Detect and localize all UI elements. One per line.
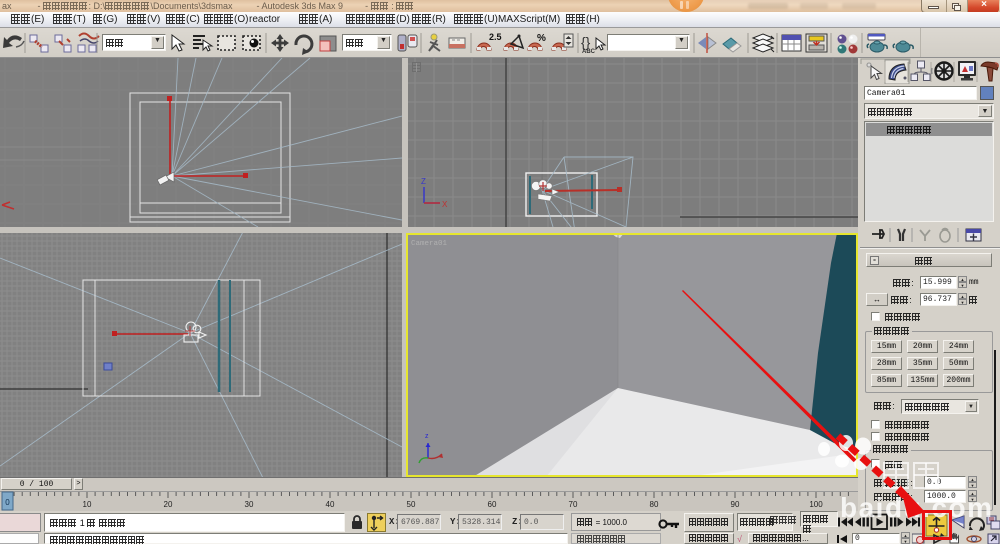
- svg-text:40: 40: [326, 500, 335, 509]
- svg-text:2.5: 2.5: [489, 32, 502, 42]
- svg-text:80: 80: [650, 500, 659, 509]
- svg-text:90: 90: [731, 500, 740, 509]
- svg-text:%: %: [537, 33, 546, 44]
- svg-text:60: 60: [488, 500, 497, 509]
- svg-text:20: 20: [164, 500, 173, 509]
- svg-text:50: 50: [407, 500, 416, 509]
- svg-text:70: 70: [569, 500, 578, 509]
- svg-text:10: 10: [83, 500, 92, 509]
- svg-text:0: 0: [5, 498, 10, 507]
- svg-text:X: X: [442, 200, 448, 209]
- svg-text:Z: Z: [421, 177, 426, 186]
- svg-text:ABC: ABC: [582, 49, 596, 55]
- svg-text:30: 30: [245, 500, 254, 509]
- svg-text:{}: {}: [581, 34, 591, 50]
